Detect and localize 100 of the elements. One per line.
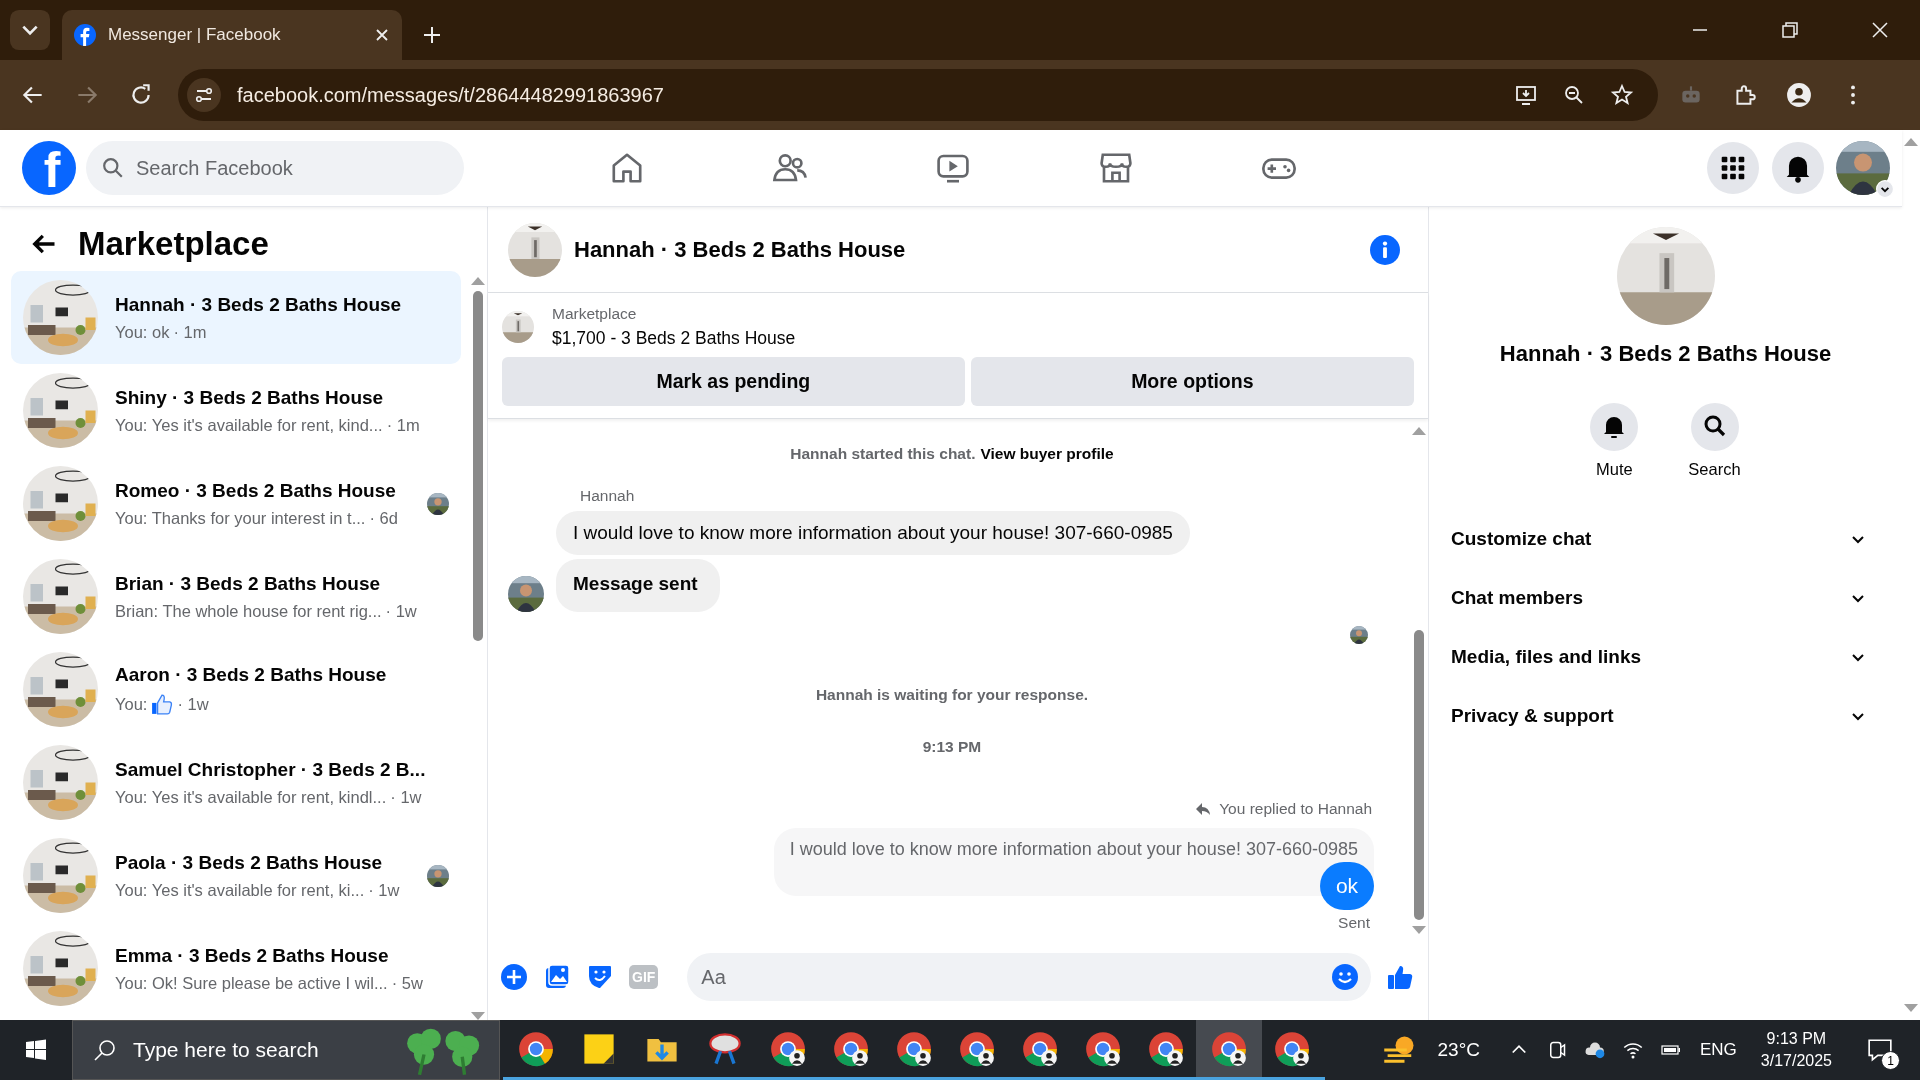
conversation-item[interactable]: Paola · 3 Beds 2 Baths House You: Yes it's available for rent, ki... · 1w [11,829,461,922]
sender-name: Hannah [580,487,635,504]
bell-icon[interactable] [1590,403,1639,451]
close-icon[interactable] [374,27,390,43]
message-time: · 5w [391,973,423,993]
message-bubble: Message sent [556,559,720,612]
message-preview: You: Yes it's available for rent, kindl... [115,787,387,807]
browser-profile-icon [1147,1030,1184,1067]
message-time: · 1m [173,322,207,342]
emoji-icon[interactable] [1331,963,1359,991]
message-time: · 1m [386,415,420,435]
conversation-item[interactable]: Romeo · 3 Beds 2 Baths House You: Thanks for your interest in t... · 6d [11,457,461,550]
browser-profile-icon [1021,1030,1058,1067]
favicon-icon [74,24,96,46]
action-label: Search [1688,460,1741,479]
browser-profile-icon [769,1030,806,1067]
browser-profile-icon [832,1030,869,1067]
browser-profile-icon [1084,1030,1121,1067]
taskbar-button[interactable] [1195,1020,1262,1080]
menu-icon[interactable] [1707,142,1759,194]
chat-notice: Hannah is waiting for your response. [815,686,1089,704]
notifications-icon[interactable] [1867,1037,1893,1063]
caret-icon[interactable] [1876,180,1894,198]
close-icon[interactable] [1870,20,1890,40]
message-time: · 1w [368,880,400,900]
wifi-icon[interactable] [1622,1040,1643,1060]
message-field[interactable]: Aa [687,953,1371,1001]
conversation-item[interactable]: Shiny · 3 Beds 2 Baths House You: Yes it's available for rent, kind... · 1m [11,364,461,457]
browser-profile-icon [1273,1030,1310,1067]
listing-button[interactable]: Mark as pending [502,357,965,406]
plus-icon[interactable] [500,963,528,991]
conversation-item[interactable]: Aaron · 3 Beds 2 Baths House You: · 1w [11,643,461,736]
conversation-name: Aaron · 3 Beds 2 Baths House [115,664,388,686]
conversation-name: Emma · 3 Beds 2 Baths House [115,944,390,967]
image-icon[interactable] [543,963,571,991]
search-icon [93,1038,117,1062]
message-time: · 6d [369,508,398,528]
taskbar-search-field[interactable]: Type here to search [72,1020,500,1080]
conversation-name: Samuel Christopher · 3 Beds 2 B... [115,758,427,781]
restore-icon[interactable] [1780,20,1800,40]
clock[interactable]: 9:13 PM 3/17/2025 [1760,1030,1832,1070]
listing-button[interactable]: More options [970,357,1414,406]
profile-link[interactable]: View buyer profile [980,445,1114,463]
notifications-icon[interactable] [1772,142,1824,194]
profile-icon[interactable] [1786,82,1812,108]
info-icon[interactable] [1370,234,1400,265]
action-label: Mute [1596,460,1633,479]
message-time: · 1w [390,787,422,807]
browser-tab[interactable]: Messenger | Facebook [62,10,402,60]
message-bubble: I would love to know more information about your house! 307-660-0985 [556,511,1190,555]
temperature[interactable]: 23°C [1437,1039,1480,1061]
message-time: · 1w [177,694,209,714]
new-tab-icon[interactable] [422,25,442,45]
section-header[interactable]: Customize chat [1451,509,1866,568]
logo[interactable]: f [22,141,76,195]
conversation-item[interactable]: Emma · 3 Beds 2 Baths House You: Ok! Sure please be active I wil... · 5w [11,922,461,1015]
store-icon[interactable] [1098,150,1134,186]
conversation-item[interactable]: Brian · 3 Beds 2 Baths House Brian: The whole house for rent rig... · 1w [11,550,461,643]
message-bubble: ok [1320,862,1374,910]
thumbs-up-icon [151,693,174,715]
conversation-item[interactable]: Hannah · 3 Beds 2 Baths House You: ok · 1m [11,271,461,364]
search-field[interactable]: Search Facebook [86,141,464,195]
message-preview: You: Thanks for your interest in t... [115,508,366,528]
site-settings-icon[interactable] [187,78,221,112]
thumbs-up-icon[interactable] [1386,963,1414,991]
search-icon [102,157,124,179]
sticker-icon[interactable] [586,963,614,991]
section-header[interactable]: Media, files and links [1451,627,1866,686]
notification-count: 1 [1881,1051,1900,1070]
browser-profile-icon [895,1030,932,1067]
tab-list-icon[interactable] [10,10,50,50]
search-icon[interactable] [1690,403,1739,451]
tab-title: Messenger | Facebook [108,25,282,45]
message-preview: You: Yes it's available for rent, ki... [115,880,365,900]
message-preview: Brian: The whole house for rent rig... [115,601,382,621]
section-header[interactable]: Chat members [1451,568,1866,627]
sidebar-title: Marketplace [78,225,269,263]
url-text: facebook.com/messages/t/28644482991863967 [237,83,664,107]
contact-name: Hannah · 3 Beds 2 Baths House [1499,341,1832,367]
umbrella-icon [706,1030,743,1067]
conversation-name: Romeo · 3 Beds 2 Baths House [115,479,397,502]
message-timestamp: 9:13 PM [922,738,982,756]
conversation-item[interactable]: Samuel Christopher · 3 Beds 2 B... You: Yes it's available for rent, kindl... · 1w [11,736,461,829]
message-preview: You: ok [115,322,170,342]
conversation-name: Paola · 3 Beds 2 Baths House [115,851,384,874]
message-preview: You: Yes it's available for rent, kind... [115,415,383,435]
message-status: Sent [1338,914,1370,932]
address-bar[interactable]: facebook.com/messages/t/28644482991863967 [178,69,1658,121]
star-icon[interactable] [1610,83,1634,107]
browser-profile-icon [958,1030,995,1067]
browser-profile-icon [1210,1030,1247,1067]
conversation-name: Hannah · 3 Beds 2 Baths House [115,293,403,316]
listing-label: Marketplace [552,305,638,323]
browser-icon [517,1030,554,1067]
start-icon[interactable] [24,1038,48,1062]
cloud-icon[interactable] [1584,1040,1605,1060]
section-header[interactable]: Privacy & support [1451,686,1866,745]
chat-notice: Hannah started this chat. [790,445,976,463]
install-icon[interactable] [1514,83,1538,107]
language-indicator[interactable]: ENG [1699,1040,1737,1060]
